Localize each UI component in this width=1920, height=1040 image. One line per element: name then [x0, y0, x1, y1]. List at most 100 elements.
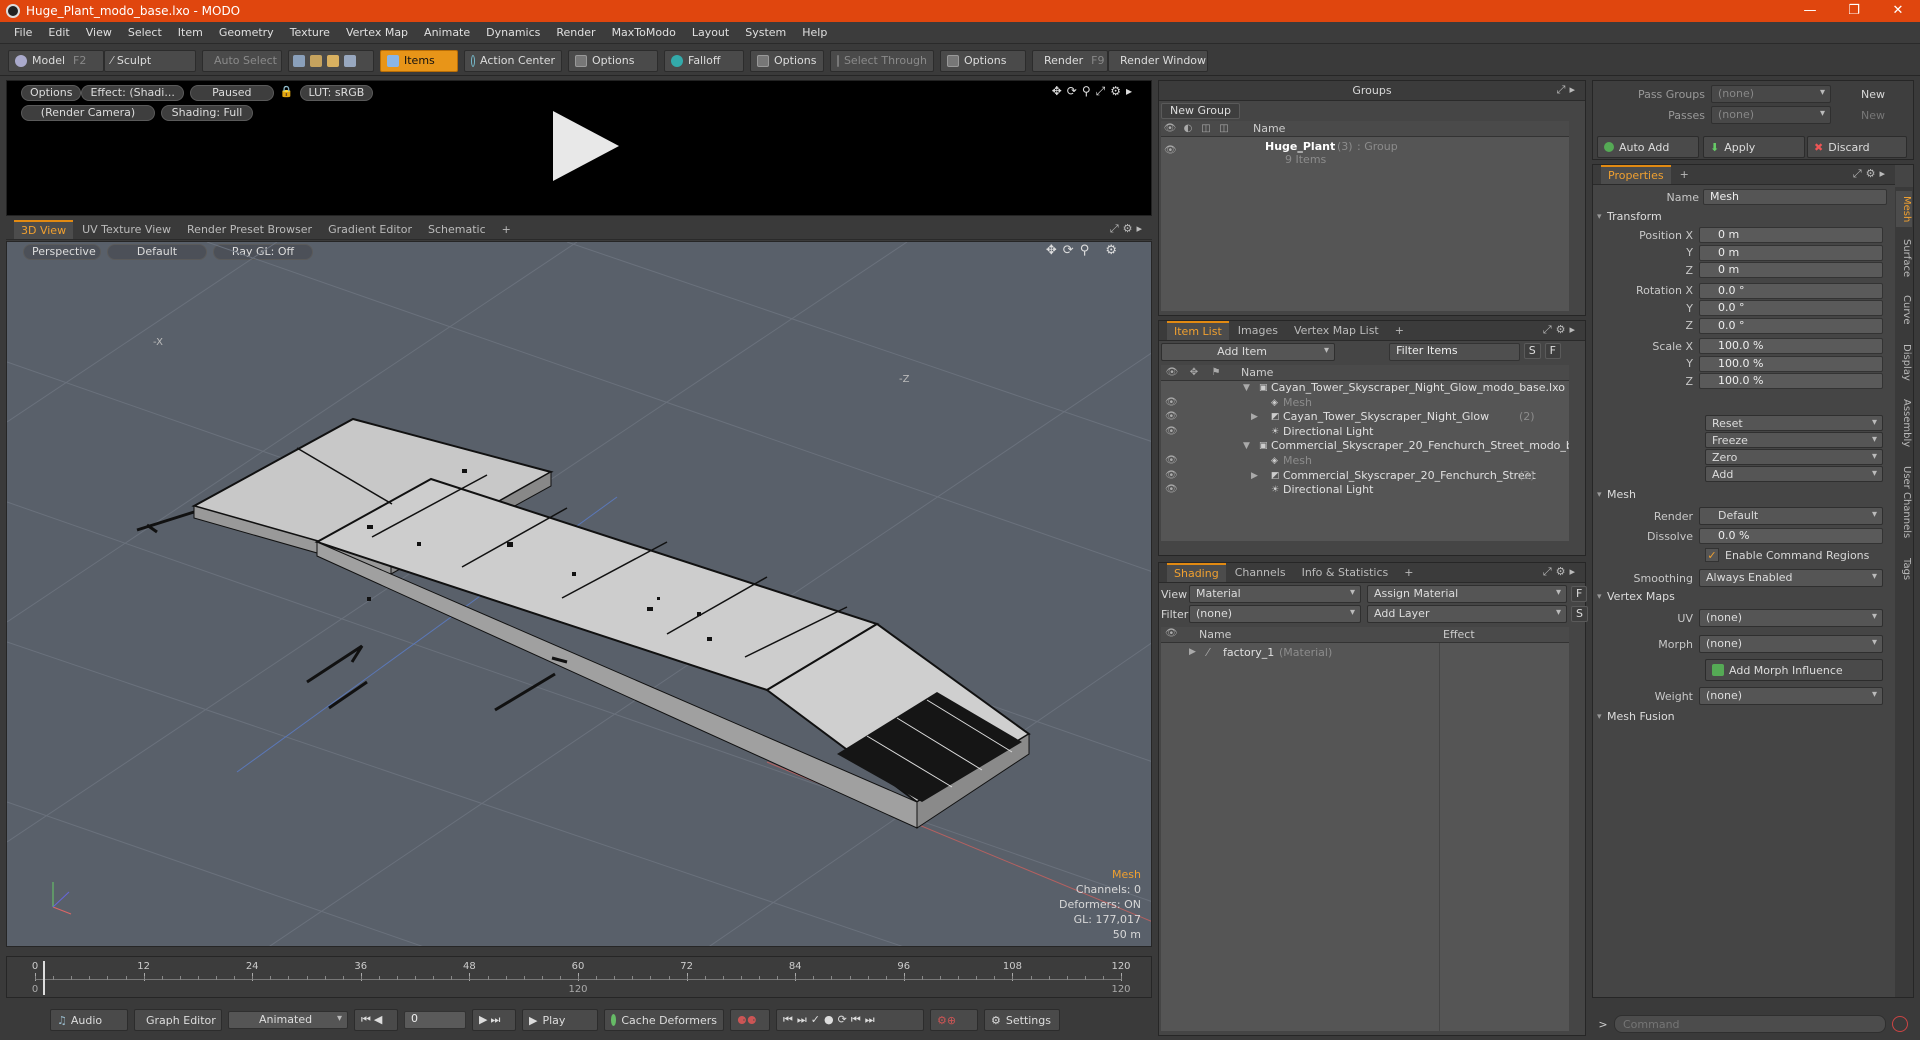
item-row[interactable]: ▼ ▣ Commercial_Skyscraper_20_Fenchurch_Str… — [1161, 439, 1569, 454]
menu-edit[interactable]: Edit — [40, 26, 77, 39]
shading-s-button[interactable]: S — [1571, 606, 1588, 622]
shading-dropdown[interactable]: Shading: Full — [161, 105, 253, 121]
visibility-eye-icon[interactable]: 👁 — [1165, 469, 1178, 484]
mesh-fusion-section[interactable]: Mesh Fusion — [1593, 709, 1895, 725]
name-field[interactable]: Mesh — [1703, 189, 1887, 205]
expand-arrow-icon[interactable]: ▶ — [1251, 469, 1258, 484]
menu-view[interactable]: View — [78, 26, 120, 39]
item-row[interactable]: 👁 ◈ Mesh — [1161, 396, 1569, 411]
command-input[interactable] — [1614, 1015, 1886, 1033]
record-tools[interactable]: ⚈⚈ — [730, 1009, 770, 1031]
next-key-buttons[interactable]: ▶⏭ — [472, 1009, 516, 1031]
discard-button[interactable]: ✖ Discard — [1807, 136, 1907, 158]
falloff-button[interactable]: Falloff — [664, 49, 744, 72]
select-through-button[interactable]: Select Through — [830, 49, 934, 72]
action-center-options-button[interactable]: Options — [568, 49, 658, 72]
passes-dropdown[interactable]: (none) — [1711, 106, 1831, 124]
transform-action-freeze[interactable]: Freeze — [1705, 432, 1883, 448]
audio-button[interactable]: ♫ Audio — [50, 1009, 128, 1031]
settings-button[interactable]: ⚙ Settings — [984, 1009, 1060, 1031]
shading-panel-icons[interactable]: ⤢⚙▸ — [1543, 565, 1579, 579]
item-row[interactable]: 👁 ☀ Directional Light — [1161, 483, 1569, 498]
item-row[interactable]: 👁 ▶ ◩ Commercial_Skyscraper_20_Fenchurch_St… — [1161, 469, 1569, 484]
lut-dropdown[interactable]: LUT: sRGB — [299, 85, 374, 101]
pass-groups-dropdown[interactable]: (none) — [1711, 85, 1831, 103]
vertex-maps-section[interactable]: Vertex Maps — [1593, 589, 1895, 605]
auto-select-button[interactable]: Auto Select — [202, 49, 282, 72]
new-pass-group-button[interactable]: New — [1861, 88, 1885, 101]
viewport-panel-icons[interactable]: ⤢⚙▸ — [1110, 222, 1146, 236]
menu-render[interactable]: Render — [548, 26, 603, 39]
transform-value-field[interactable]: 0 m — [1699, 244, 1883, 261]
transform-value-field[interactable]: 0 m — [1699, 262, 1883, 278]
select-through-options-button[interactable]: Options — [940, 49, 1026, 72]
properties-panel-icons[interactable]: ⤢⚙▸ — [1853, 167, 1889, 181]
visibility-eye-icon[interactable]: 👁 — [1165, 425, 1178, 440]
expand-arrow-icon[interactable]: ▶ — [1189, 645, 1196, 660]
material-row[interactable]: ▶ ⁄ factory_1 (Material) — [1161, 645, 1569, 660]
render-dropdown[interactable]: Default — [1699, 507, 1883, 525]
visibility-eye-icon[interactable]: 👁 — [1165, 396, 1178, 411]
preview-nav-icons[interactable]: ✥⟳⚲⤢⚙▸ — [1052, 84, 1137, 99]
materials-icon[interactable] — [344, 54, 356, 67]
tab-channels[interactable]: Channels — [1228, 564, 1293, 581]
transform-value-field[interactable]: 100.0 % — [1699, 355, 1883, 372]
side-tab-user-channels[interactable]: User Channels — [1896, 457, 1912, 547]
shading-f-button[interactable]: F — [1571, 586, 1588, 602]
preview-options-button[interactable]: Options — [21, 85, 82, 101]
enable-command-regions-row[interactable]: ✓ Enable Command Regions — [1705, 548, 1869, 562]
transform-value-field[interactable]: 0.0 ° — [1699, 282, 1883, 299]
edges-icon[interactable] — [310, 54, 322, 67]
menu-maxtomodo[interactable]: MaxToModo — [604, 26, 684, 39]
menu-system[interactable]: System — [737, 26, 794, 39]
paused-button[interactable]: Paused — [189, 85, 274, 101]
side-tab-tags[interactable]: Tags — [1896, 551, 1912, 587]
menu-dynamics[interactable]: Dynamics — [478, 26, 548, 39]
smoothing-dropdown[interactable]: Always Enabled — [1699, 569, 1883, 587]
items-button[interactable]: Items — [380, 49, 458, 72]
menu-layout[interactable]: Layout — [684, 26, 737, 39]
graph-editor-button[interactable]: Graph Editor — [134, 1009, 222, 1031]
transform-value-field[interactable]: 100.0 % — [1699, 338, 1883, 354]
view-dropdown[interactable]: Material — [1189, 585, 1361, 603]
side-tab-curve[interactable]: Curve — [1896, 289, 1912, 331]
model-button[interactable]: Model F2 — [8, 49, 104, 72]
checkmark-icon[interactable]: ✓ — [1705, 548, 1719, 562]
play-button[interactable]: ▶ Play — [522, 1009, 598, 1031]
dissolve-field[interactable]: 0.0 % — [1699, 528, 1883, 544]
key-tools[interactable]: ⏮⏭✓●⟳⏮⏭ — [776, 1009, 924, 1031]
tab-render-preset-browser[interactable]: Render Preset Browser — [180, 221, 319, 238]
add-tab-button[interactable]: + — [1388, 322, 1411, 339]
tab-properties[interactable]: Properties — [1601, 165, 1671, 184]
3d-viewport[interactable]: Perspective Default Ray GL: Off ✥⟳⚲ ⚙ -X… — [6, 241, 1152, 947]
apply-button[interactable]: ⬇ Apply — [1703, 136, 1805, 158]
mesh-section[interactable]: Mesh — [1593, 487, 1895, 503]
action-center-button[interactable]: Action Center — [464, 49, 562, 72]
add-morph-influence-button[interactable]: Add Morph Influence — [1705, 659, 1883, 681]
transform-action-add[interactable]: Add — [1705, 466, 1883, 482]
item-row[interactable]: ▼ ▣ Cayan_Tower_Skyscraper_Night_Glow_modo… — [1161, 381, 1569, 396]
transform-value-field[interactable]: 100.0 % — [1699, 373, 1883, 389]
cache-deformers-button[interactable]: Cache Deformers — [604, 1009, 724, 1031]
effect-dropdown[interactable]: Effect: (Shadi... — [81, 85, 184, 101]
tab-gradient-editor[interactable]: Gradient Editor — [321, 221, 419, 238]
morph-dropdown[interactable]: (none) — [1699, 635, 1883, 653]
auto-add-button[interactable]: Auto Add — [1597, 136, 1699, 158]
visibility-eye-icon[interactable]: 👁 — [1165, 454, 1178, 469]
transform-value-field[interactable]: 0.0 ° — [1699, 317, 1883, 334]
side-tab-display[interactable]: Display — [1896, 335, 1912, 389]
render-window-button[interactable]: Render Window — [1108, 49, 1208, 72]
weight-dropdown[interactable]: (none) — [1699, 687, 1883, 705]
new-group-button[interactable]: New Group — [1161, 103, 1240, 119]
tab-uv-texture-view[interactable]: UV Texture View — [75, 221, 178, 238]
command-history-icon[interactable] — [1892, 1016, 1908, 1032]
visibility-eye-icon[interactable]: 👁 — [1165, 483, 1178, 498]
visibility-eye-icon[interactable]: 👁 — [1165, 410, 1178, 425]
misc-tools[interactable]: ⚙⊕ — [930, 1009, 978, 1031]
transform-value-field[interactable]: 0.0 ° — [1699, 300, 1883, 316]
play-icon[interactable] — [553, 111, 619, 181]
timeline[interactable]: 0 12 24 36 48 60 72 84 96 108 120 0 120 120 — [6, 956, 1152, 998]
uv-dropdown[interactable]: (none) — [1699, 609, 1883, 627]
menu-vertex-map[interactable]: Vertex Map — [338, 26, 416, 39]
assign-material-dropdown[interactable]: Assign Material — [1367, 585, 1567, 603]
